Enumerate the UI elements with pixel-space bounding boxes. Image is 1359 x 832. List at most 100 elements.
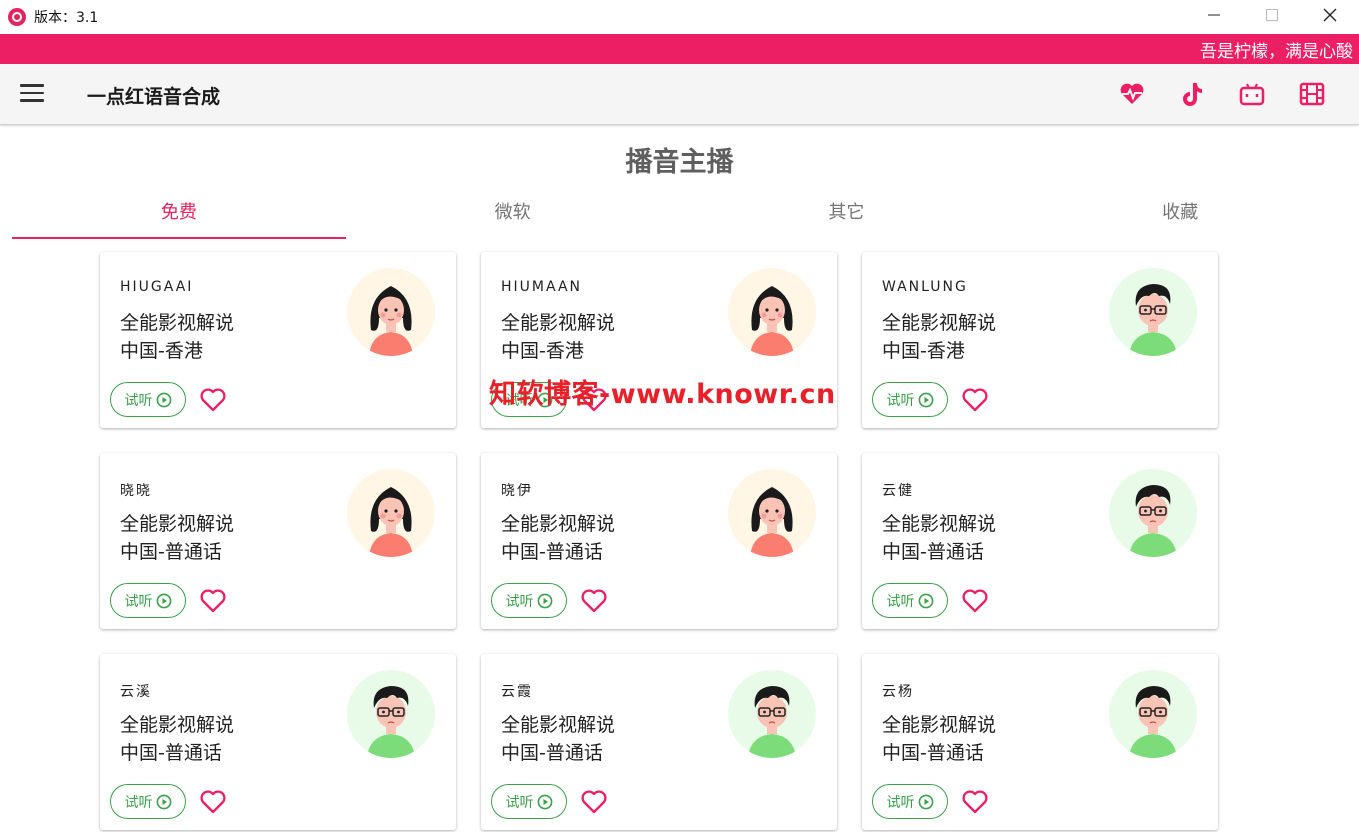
voice-code: 云溪: [120, 684, 152, 700]
voice-style: 全能影视解说: [501, 312, 616, 334]
heart-outline-icon: [962, 790, 988, 814]
tab-other[interactable]: 其它: [680, 190, 1014, 240]
tiktok-button[interactable]: [1177, 79, 1207, 109]
play-circle-icon: [918, 593, 933, 608]
movie-film-button[interactable]: [1297, 79, 1327, 109]
menu-button[interactable]: [20, 84, 44, 104]
favorite-button[interactable]: [198, 787, 228, 817]
tab-microsoft[interactable]: 微软: [346, 190, 680, 240]
favorite-button[interactable]: [960, 586, 990, 616]
voice-code: WANLUNG: [882, 279, 968, 295]
voice-style: 全能影视解说: [882, 513, 997, 535]
voice-card[interactable]: 云杨 全能影视解说 中国-普通话 试听: [862, 654, 1218, 830]
listen-label: 试听: [124, 392, 153, 409]
female-avatar: [728, 268, 816, 356]
voice-region: 中国-普通话: [120, 742, 222, 764]
voice-style: 全能影视解说: [882, 312, 997, 334]
voice-card[interactable]: 云健 全能影视解说 中国-普通话 试听: [862, 453, 1218, 629]
heart-outline-icon: [581, 790, 607, 814]
male-avatar: [1109, 670, 1197, 758]
listen-label: 试听: [124, 593, 153, 610]
app-bar: 一点红语音合成: [0, 64, 1359, 125]
listen-button[interactable]: 试听: [872, 784, 948, 819]
section-title: 播音主播: [625, 147, 734, 178]
heart-outline-icon: [200, 589, 226, 613]
play-circle-icon: [156, 392, 171, 407]
listen-button[interactable]: 试听: [110, 784, 186, 819]
voice-code: HIUGAAI: [120, 279, 194, 295]
voice-card[interactable]: HIUGAAI 全能影视解说 中国-香港 试听: [100, 252, 456, 428]
heart-outline-icon: [962, 388, 988, 412]
listen-button[interactable]: 试听: [491, 784, 567, 819]
voice-code: HIUMAAN: [501, 279, 582, 295]
voice-style: 全能影视解说: [120, 513, 235, 535]
voice-region: 中国-普通话: [120, 541, 222, 563]
minimize-button[interactable]: [1185, 0, 1243, 30]
voice-region: 中国-香港: [120, 340, 203, 362]
voice-card[interactable]: 晓晓 全能影视解说 中国-普通话 试听: [100, 453, 456, 629]
favorite-button[interactable]: [960, 787, 990, 817]
version-label: 版本：3.1: [34, 10, 99, 26]
favorite-button[interactable]: [579, 586, 609, 616]
male-avatar: [728, 670, 816, 758]
bilibili-icon: [1239, 83, 1265, 106]
film-icon: [1299, 82, 1325, 106]
voice-code: 云霞: [501, 684, 533, 700]
listen-label: 试听: [124, 794, 153, 811]
listen-label: 试听: [505, 794, 534, 811]
tab-favorites[interactable]: 收藏: [1013, 190, 1347, 240]
voice-style: 全能影视解说: [882, 714, 997, 736]
female-avatar: [347, 268, 435, 356]
favorite-button[interactable]: [579, 787, 609, 817]
heart-outline-icon: [962, 589, 988, 613]
watermark-text: 知软博客-www.knowr.cn: [489, 379, 836, 410]
voice-region: 中国-普通话: [882, 742, 984, 764]
voice-card[interactable]: WANLUNG 全能影视解说 中国-香港 试听: [862, 252, 1218, 428]
close-button[interactable]: [1301, 0, 1359, 30]
listen-button[interactable]: 试听: [491, 583, 567, 618]
voice-style: 全能影视解说: [501, 513, 616, 535]
voice-code: 晓伊: [501, 483, 533, 499]
male-avatar: [347, 670, 435, 758]
listen-label: 试听: [886, 392, 915, 409]
male-avatar: [1109, 268, 1197, 356]
play-circle-icon: [537, 794, 552, 809]
female-avatar: [347, 469, 435, 557]
heart-pulse-icon: [1120, 83, 1144, 104]
voice-card[interactable]: 晓伊 全能影视解说 中国-普通话 试听: [481, 453, 837, 629]
heart-pulse-button[interactable]: [1117, 79, 1147, 109]
listen-label: 试听: [886, 794, 915, 811]
heart-outline-icon: [200, 388, 226, 412]
play-circle-icon: [156, 593, 171, 608]
close-icon: [1323, 8, 1337, 22]
maximize-button[interactable]: [1243, 0, 1301, 30]
voice-region: 中国-普通话: [882, 541, 984, 563]
favorite-button[interactable]: [198, 586, 228, 616]
listen-label: 试听: [886, 593, 915, 610]
voice-code: 云杨: [882, 684, 914, 700]
voice-style: 全能影视解说: [120, 714, 235, 736]
listen-label: 试听: [505, 593, 534, 610]
banner-text: 吾是柠檬，满是心酸: [1200, 41, 1353, 62]
listen-button[interactable]: 试听: [110, 583, 186, 618]
tiktok-icon: [1183, 83, 1202, 106]
app-title: 一点红语音合成: [87, 86, 221, 108]
female-avatar: [728, 469, 816, 557]
bilibili-button[interactable]: [1237, 79, 1267, 109]
play-circle-icon: [537, 593, 552, 608]
listen-button[interactable]: 试听: [872, 382, 948, 417]
voice-card[interactable]: 云霞 全能影视解说 中国-普通话 试听: [481, 654, 837, 830]
listen-button[interactable]: 试听: [110, 382, 186, 417]
play-circle-icon: [156, 794, 171, 809]
voice-code: 云健: [882, 483, 914, 499]
favorite-button[interactable]: [198, 385, 228, 415]
listen-button[interactable]: 试听: [872, 583, 948, 618]
voice-region: 中国-普通话: [501, 541, 603, 563]
voice-region: 中国-香港: [501, 340, 584, 362]
voice-card[interactable]: 云溪 全能影视解说 中国-普通话 试听: [100, 654, 456, 830]
tab-free[interactable]: 免费: [12, 190, 346, 240]
favorite-button[interactable]: [960, 385, 990, 415]
maximize-icon: [1266, 9, 1278, 21]
male-avatar: [1109, 469, 1197, 557]
voice-style: 全能影视解说: [120, 312, 235, 334]
